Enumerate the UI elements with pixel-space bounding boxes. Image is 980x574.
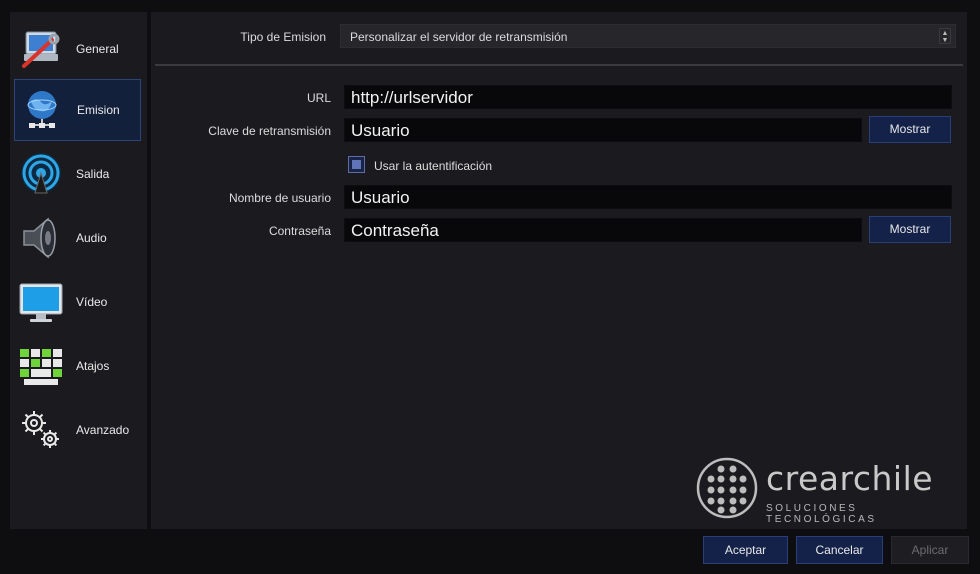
sidebar-item-atajos[interactable]: Atajos <box>14 335 141 397</box>
sidebar-item-video[interactable]: Vídeo <box>14 271 141 333</box>
section-divider <box>155 64 963 66</box>
gears-icon <box>16 405 66 455</box>
use-auth-label: Usar la autentificación <box>374 159 493 173</box>
stream-type-value: Personalizar el servidor de retransmisió… <box>350 30 568 44</box>
speaker-icon <box>16 213 66 263</box>
broadcast-antenna-icon <box>16 149 66 199</box>
url-field[interactable]: http://urlservidor <box>344 85 952 109</box>
monitor-icon <box>16 277 66 327</box>
logo-name: crearchile <box>766 459 934 498</box>
stream-type-label: Tipo de Emision <box>240 30 326 44</box>
stream-type-select[interactable]: Personalizar el servidor de retransmisió… <box>340 24 956 48</box>
sidebar-item-general[interactable]: General <box>14 18 141 80</box>
stream-key-field[interactable]: Usuario <box>344 118 862 142</box>
password-label: Contraseña <box>268 224 331 238</box>
stream-key-label: Clave de retransmisión <box>208 124 331 138</box>
chevron-updown-icon: ▲ ▼ <box>939 28 951 44</box>
sidebar-item-avanzado[interactable]: Avanzado <box>14 399 141 461</box>
sidebar-item-label: General <box>76 42 119 56</box>
sidebar-item-label: Emision <box>77 103 120 117</box>
logo-dots-icon <box>696 457 758 519</box>
sidebar-item-label: Vídeo <box>76 295 108 309</box>
logo-tagline: SOLUCIONES TECNOLÓGICAS <box>766 503 877 525</box>
sidebar-item-label: Atajos <box>76 359 110 373</box>
stream-settings-panel: Tipo de Emision Personalizar el servidor… <box>151 12 967 529</box>
cancel-button[interactable]: Cancelar <box>796 536 883 564</box>
general-settings-icon <box>16 24 66 74</box>
sidebar-item-label: Salida <box>76 167 110 181</box>
username-field[interactable]: Usuario <box>344 185 952 209</box>
show-key-button[interactable]: Mostrar <box>869 116 951 143</box>
crearchile-logo: crearchile SOLUCIONES TECNOLÓGICAS <box>696 457 962 525</box>
password-field[interactable]: Contraseña <box>344 218 862 242</box>
show-password-button[interactable]: Mostrar <box>869 216 951 243</box>
settings-sidebar: General Emision Salida Audio Vídeo Atajo… <box>10 12 147 529</box>
apply-button[interactable]: Aplicar <box>891 536 969 564</box>
checkbox-checked-icon <box>352 160 361 169</box>
sidebar-item-label: Audio <box>76 231 107 245</box>
accept-button[interactable]: Aceptar <box>703 536 788 564</box>
url-label: URL <box>306 91 331 105</box>
sidebar-item-salida[interactable]: Salida <box>14 143 141 205</box>
keyboard-icon <box>16 341 66 391</box>
globe-network-icon <box>17 85 67 135</box>
sidebar-item-emision[interactable]: Emision <box>14 79 141 141</box>
sidebar-item-audio[interactable]: Audio <box>14 207 141 269</box>
username-label: Nombre de usuario <box>228 191 331 205</box>
sidebar-item-label: Avanzado <box>76 423 130 437</box>
use-auth-checkbox[interactable] <box>348 156 365 173</box>
